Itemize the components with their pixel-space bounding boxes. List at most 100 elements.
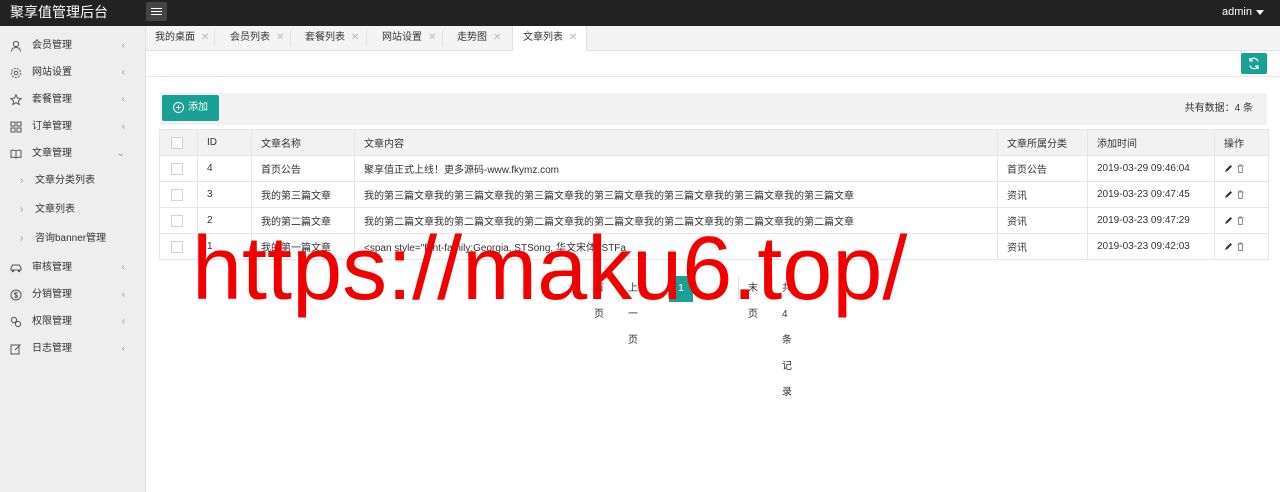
cell-category: 资讯 xyxy=(997,181,1088,208)
chevron-left-icon: ‹ xyxy=(121,289,125,300)
sidebar-subitem-article-list[interactable]: › 文章列表 xyxy=(0,197,145,223)
refresh-button[interactable] xyxy=(1241,53,1267,74)
tab-bar: 我的桌面 ✕ 会员列表 ✕ 套餐列表 ✕ 网站设置 ✕ 走势图 ✕ 文章列表 ✕ xyxy=(146,26,1280,52)
chevron-left-icon: ‹ xyxy=(121,40,125,51)
row-checkbox[interactable] xyxy=(171,214,183,227)
cell-time: 2019-03-23 09:47:45 xyxy=(1087,181,1215,208)
sidebar-subitem-banner[interactable]: › 咨询banner管理 xyxy=(0,226,145,252)
car-icon xyxy=(10,264,22,273)
cell-name: 我的第三篇文章 xyxy=(251,181,355,208)
tab-package-list[interactable]: 套餐列表 ✕ xyxy=(305,26,359,51)
col-header-content: 文章内容 xyxy=(354,129,998,156)
table-header-row: ID 文章名称 文章内容 文章所属分类 添加时间 操作 xyxy=(159,129,1269,156)
sidebar-item-review[interactable]: 审核管理 ‹ xyxy=(0,255,145,281)
sidebar-item-distribution[interactable]: 分销管理 ‹ xyxy=(0,282,145,308)
col-header-id: ID xyxy=(197,129,252,156)
close-icon[interactable]: ✕ xyxy=(493,32,501,43)
user-icon xyxy=(11,40,21,52)
total-count: 共有数据：4 条 xyxy=(1184,103,1253,114)
chevron-left-icon: ‹ xyxy=(121,67,125,78)
row-checkbox[interactable] xyxy=(171,162,183,175)
menu-toggle-button[interactable] xyxy=(146,2,167,21)
table-row: 4 首页公告 聚享值正式上线！更多源码-www.fkymz.com 首页公告 2… xyxy=(159,155,1269,182)
sidebar-item-permissions[interactable]: 权限管理 ‹ xyxy=(0,309,145,335)
trash-icon[interactable] xyxy=(1236,216,1245,225)
cell-category: 资讯 xyxy=(997,207,1088,234)
close-icon[interactable]: ✕ xyxy=(428,32,436,43)
cell-category: 资讯 xyxy=(997,233,1088,260)
cell-actions xyxy=(1214,207,1269,234)
caret-down-icon xyxy=(1256,9,1264,15)
top-bar: 聚享值管理后台 admin xyxy=(0,0,1280,26)
cell-actions xyxy=(1214,233,1269,260)
row-checkbox[interactable] xyxy=(171,188,183,201)
cell-actions xyxy=(1214,155,1269,182)
tab-article-list[interactable]: 文章列表 ✕ xyxy=(512,26,587,52)
sidebar-item-site-settings[interactable]: 网站设置 ‹ xyxy=(0,60,145,86)
chevron-left-icon: ‹ xyxy=(121,262,125,273)
cell-id: 4 xyxy=(197,155,252,182)
close-icon[interactable]: ✕ xyxy=(351,32,359,43)
sidebar: 会员管理 ‹ 网站设置 ‹ 套餐管理 ‹ 订单管理 ‹ 文章管理 ⌄ › 文章分… xyxy=(0,26,146,492)
select-all-checkbox[interactable] xyxy=(171,136,183,149)
sidebar-item-articles[interactable]: 文章管理 ⌄ xyxy=(0,141,145,167)
close-icon[interactable]: ✕ xyxy=(276,32,284,43)
col-header-time: 添加时间 xyxy=(1087,129,1215,156)
row-checkbox[interactable] xyxy=(171,240,183,253)
gear-icon xyxy=(10,67,22,79)
cell-category: 首页公告 xyxy=(997,155,1088,182)
select-all-cell xyxy=(159,129,198,156)
chevron-left-icon: ‹ xyxy=(121,343,125,354)
pencil-icon[interactable] xyxy=(1224,164,1233,173)
col-header-name: 文章名称 xyxy=(251,129,355,156)
table-row: 3 我的第三篇文章 我的第三篇文章我的第三篇文章我的第三篇文章我的第三篇文章我的… xyxy=(159,181,1269,208)
bullet-icon: › xyxy=(20,204,24,215)
close-icon[interactable]: ✕ xyxy=(201,32,209,43)
sidebar-subitem-article-categories[interactable]: › 文章分类列表 xyxy=(0,168,145,194)
bullet-icon: › xyxy=(20,233,24,244)
cell-time: 2019-03-23 09:47:29 xyxy=(1087,207,1215,234)
trash-icon[interactable] xyxy=(1236,242,1245,251)
tab-site-settings[interactable]: 网站设置 ✕ xyxy=(382,26,436,51)
sidebar-item-member[interactable]: 会员管理 ‹ xyxy=(0,33,145,59)
link-icon xyxy=(10,316,22,328)
pencil-icon[interactable] xyxy=(1224,190,1233,199)
sidebar-item-logs[interactable]: 日志管理 ‹ xyxy=(0,336,145,362)
col-header-category: 文章所属分类 xyxy=(997,129,1088,156)
grid-icon xyxy=(10,121,22,133)
tab-my-desktop[interactable]: 我的桌面 ✕ xyxy=(155,26,209,51)
cell-content: 聚享值正式上线！更多源码-www.fkymz.com xyxy=(354,155,998,182)
cell-time: 2019-03-29 09:46:04 xyxy=(1087,155,1215,182)
chevron-left-icon: ‹ xyxy=(121,94,125,105)
user-name: admin xyxy=(1222,6,1252,18)
trash-icon[interactable] xyxy=(1236,190,1245,199)
pencil-icon[interactable] xyxy=(1224,216,1233,225)
col-header-actions: 操作 xyxy=(1214,129,1269,156)
sidebar-item-package[interactable]: 套餐管理 ‹ xyxy=(0,87,145,113)
bullet-icon: › xyxy=(20,175,24,186)
refresh-bar xyxy=(146,51,1280,77)
cell-content: 我的第三篇文章我的第三篇文章我的第三篇文章我的第三篇文章我的第三篇文章我的第三篇… xyxy=(354,181,998,208)
edit-icon xyxy=(10,344,21,355)
user-menu[interactable]: admin xyxy=(1222,0,1264,24)
tab-member-list[interactable]: 会员列表 ✕ xyxy=(230,26,284,51)
cell-id: 3 xyxy=(197,181,252,208)
star-icon xyxy=(10,94,22,106)
refresh-icon xyxy=(1249,57,1259,70)
trash-icon[interactable] xyxy=(1236,164,1245,173)
chevron-down-icon: ⌄ xyxy=(116,148,125,159)
cell-name: 首页公告 xyxy=(251,155,355,182)
app-title: 聚享值管理后台 xyxy=(10,4,108,20)
plus-circle-icon xyxy=(173,102,184,113)
tab-trend-chart[interactable]: 走势图 ✕ xyxy=(457,26,501,51)
chevron-left-icon: ‹ xyxy=(121,316,125,327)
chevron-left-icon: ‹ xyxy=(121,121,125,132)
add-article-button[interactable]: 添加 xyxy=(162,95,219,121)
sidebar-item-orders[interactable]: 订单管理 ‹ xyxy=(0,114,145,140)
pencil-icon[interactable] xyxy=(1224,242,1233,251)
cell-actions xyxy=(1214,181,1269,208)
close-icon[interactable]: ✕ xyxy=(569,32,577,43)
action-bar: 添加 共有数据：4 条 xyxy=(160,93,1267,125)
dollar-icon xyxy=(10,289,22,301)
cell-time: 2019-03-23 09:42:03 xyxy=(1087,233,1215,260)
